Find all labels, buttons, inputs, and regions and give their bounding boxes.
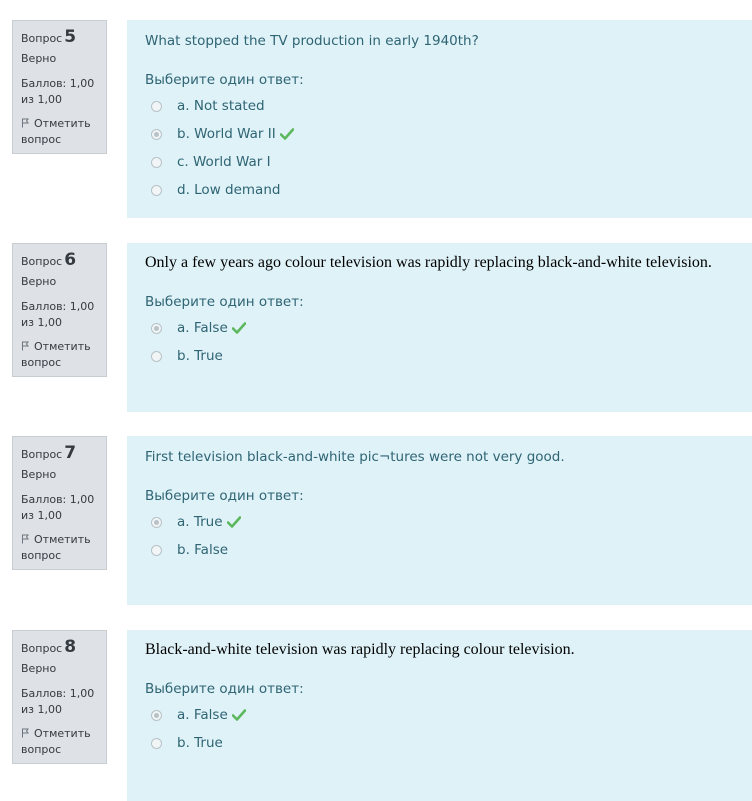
answer-option-label: a. False — [177, 320, 228, 336]
question-8: Вопрос 8 Верно Баллов: 1,00 из 1,00 Отмет… — [0, 630, 752, 801]
radio-button[interactable] — [151, 100, 162, 112]
radio-button[interactable] — [151, 184, 162, 196]
answer-option[interactable]: d. Low demand — [145, 176, 734, 204]
check-icon — [279, 128, 294, 140]
question-grade: Баллов: 1,00 из 1,00 — [21, 300, 95, 329]
answer-option[interactable]: b. World War II — [145, 120, 734, 148]
question-label: Вопрос — [21, 448, 63, 461]
question-grade: Баллов: 1,00 из 1,00 — [21, 687, 95, 716]
answer-option-label: c. World War I — [177, 154, 271, 170]
question-text: Black-and-white television was rapidly r… — [145, 641, 575, 658]
radio-button-checked[interactable] — [151, 322, 162, 334]
answer-list: a. Not stated b. World War II c. World W… — [145, 92, 734, 204]
question-state: Верно — [21, 275, 57, 288]
answer-option[interactable]: b. True — [145, 729, 734, 757]
question-content: First television black-and-white pic¬tur… — [127, 436, 752, 605]
flag-question-label: Отметить вопрос — [21, 727, 91, 756]
flag-question-label: Отметить вопрос — [21, 340, 91, 369]
question-info: Вопрос 6 Верно Баллов: 1,00 из 1,00 Отмет… — [12, 243, 107, 377]
question-number: 7 — [64, 443, 77, 463]
check-icon — [231, 322, 246, 334]
flag-question-label: Отметить вопрос — [21, 117, 91, 146]
answer-prompt: Выберите один ответ: — [145, 681, 304, 697]
flag-question-link[interactable]: Отметить вопрос — [21, 116, 98, 148]
question-state: Верно — [21, 662, 57, 675]
flag-icon — [22, 118, 29, 128]
radio-button-checked[interactable] — [151, 709, 162, 721]
answer-option[interactable]: b. True — [145, 342, 734, 370]
flag-question-label: Отметить вопрос — [21, 533, 91, 562]
flag-question-link[interactable]: Отметить вопрос — [21, 339, 98, 371]
answer-list: a. True b. False — [145, 508, 734, 564]
answer-option-label: a. Not stated — [177, 98, 265, 114]
answer-option-label: b. True — [177, 348, 223, 364]
answer-prompt: Выберите один ответ: — [145, 488, 304, 504]
question-number: 6 — [64, 250, 77, 270]
question-6: Вопрос 6 Верно Баллов: 1,00 из 1,00 Отмет… — [0, 243, 752, 412]
radio-button[interactable] — [151, 350, 162, 362]
question-number: 5 — [64, 27, 77, 47]
check-icon — [226, 516, 241, 528]
question-info: Вопрос 7 Верно Баллов: 1,00 из 1,00 Отмет… — [12, 436, 107, 570]
answer-option-label: b. World War II — [177, 126, 276, 142]
answer-option-label: b. True — [177, 735, 223, 751]
question-grade: Баллов: 1,00 из 1,00 — [21, 77, 95, 106]
question-state: Верно — [21, 468, 57, 481]
question-text: Only a few years ago colour television w… — [145, 254, 712, 271]
answer-option-label: d. Low demand — [177, 182, 281, 198]
question-info: Вопрос 8 Верно Баллов: 1,00 из 1,00 Отмет… — [12, 630, 107, 764]
question-7: Вопрос 7 Верно Баллов: 1,00 из 1,00 Отмет… — [0, 436, 752, 605]
question-content: What stopped the TV production in early … — [127, 20, 752, 218]
answer-prompt: Выберите один ответ: — [145, 294, 304, 310]
flag-icon — [22, 534, 29, 544]
question-number: 8 — [64, 637, 77, 657]
question-state: Верно — [21, 52, 57, 65]
question-label: Вопрос — [21, 255, 63, 268]
question-content: Only a few years ago colour television w… — [127, 243, 752, 412]
answer-prompt: Выберите один ответ: — [145, 72, 304, 88]
answer-option[interactable]: b. False — [145, 536, 734, 564]
answer-option[interactable]: c. World War I — [145, 148, 734, 176]
answer-list: a. False b. True — [145, 314, 734, 370]
answer-option-label: a. True — [177, 514, 223, 530]
question-label: Вопрос — [21, 642, 63, 655]
question-info: Вопрос 5 Верно Баллов: 1,00 из 1,00 Отмет… — [12, 20, 107, 154]
flag-question-link[interactable]: Отметить вопрос — [21, 726, 98, 758]
answer-option-label: b. False — [177, 542, 229, 558]
question-grade: Баллов: 1,00 из 1,00 — [21, 493, 95, 522]
answer-option[interactable]: a. False — [145, 314, 734, 342]
answer-list: a. False b. True — [145, 701, 734, 757]
answer-option[interactable]: a. Not stated — [145, 92, 734, 120]
question-text: First television black-and-white pic¬tur… — [145, 449, 565, 465]
flag-question-link[interactable]: Отметить вопрос — [21, 532, 98, 564]
check-icon — [231, 709, 246, 721]
question-5: Вопрос 5 Верно Баллов: 1,00 из 1,00 Отмет… — [0, 20, 752, 218]
answer-option[interactable]: a. False — [145, 701, 734, 729]
radio-button[interactable] — [151, 544, 162, 556]
question-content: Black-and-white television was rapidly r… — [127, 630, 752, 801]
flag-icon — [22, 728, 29, 738]
question-label: Вопрос — [21, 32, 63, 45]
radio-button-checked[interactable] — [151, 516, 162, 528]
question-text: What stopped the TV production in early … — [145, 33, 479, 49]
radio-button[interactable] — [151, 737, 162, 749]
flag-icon — [22, 341, 29, 351]
answer-option[interactable]: a. True — [145, 508, 734, 536]
answer-option-label: a. False — [177, 707, 228, 723]
radio-button[interactable] — [151, 156, 162, 168]
radio-button-checked[interactable] — [151, 128, 162, 140]
